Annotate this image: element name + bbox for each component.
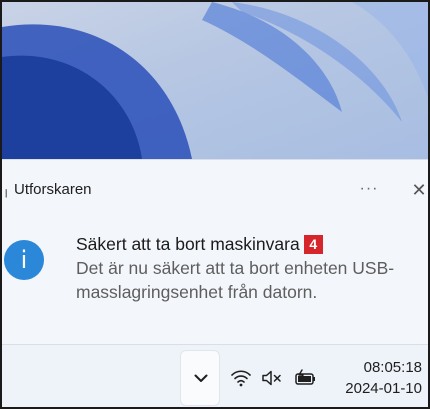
notification-title: Säkert att ta bort maskinvara 4: [76, 232, 323, 256]
app-name: Utforskaren: [14, 181, 92, 198]
battery-charging-icon[interactable]: [293, 369, 317, 387]
clock[interactable]: 08:05:18 2024-01-10: [334, 357, 422, 399]
desktop-wallpaper: [2, 2, 428, 159]
clock-date: 2024-01-10: [345, 380, 422, 397]
notification-header: ╷ Utforskaren ··· ✕: [2, 177, 428, 203]
taskbar: 08:05:18 2024-01-10: [2, 345, 428, 407]
close-button[interactable]: ✕: [406, 177, 428, 203]
notification-body: Det är nu säkert att ta bort enheten USB…: [76, 258, 395, 302]
chevron-up-icon: [194, 374, 208, 382]
clock-time: 08:05:18: [363, 359, 422, 376]
wifi-icon[interactable]: [230, 369, 252, 387]
notification-toast[interactable]: ╷ Utforskaren ··· ✕ i Säkert att ta bort…: [2, 159, 428, 345]
step-badge: 4: [303, 235, 323, 254]
wallpaper-bloom-graphic: [2, 2, 428, 159]
screen: ╷ Utforskaren ··· ✕ i Säkert att ta bort…: [0, 0, 430, 409]
volume-muted-icon[interactable]: [261, 369, 283, 387]
show-hidden-icons-button[interactable]: [180, 350, 220, 406]
more-options-button[interactable]: ···: [354, 177, 384, 203]
app-icon: ╷: [2, 181, 11, 197]
info-icon: i: [4, 240, 44, 280]
notification-title-text: Säkert att ta bort maskinvara: [76, 234, 300, 254]
